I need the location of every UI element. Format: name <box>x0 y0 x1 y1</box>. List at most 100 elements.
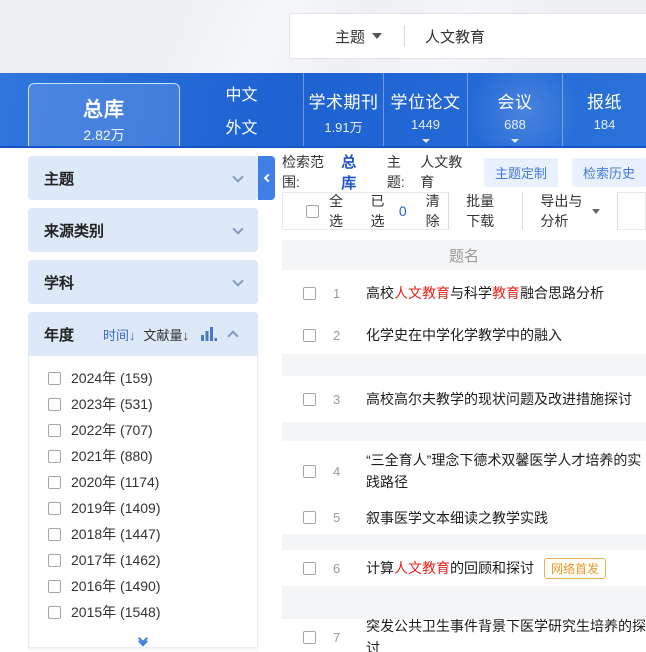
database-navbar: 总库 2.82万 中文外文 学术期刊1.91万学位论文1449会议688报纸18… <box>0 73 646 148</box>
results-pane: 检索范围: 总库 主题: 人文教育 主题定制检索历史 全选 已选 0 清除 批量… <box>282 148 646 652</box>
bar-chart-icon[interactable] <box>201 327 217 341</box>
filter-panel[interactable]: 来源类别 <box>28 208 258 252</box>
year-label: 2019年 (1409) <box>71 498 161 518</box>
search-input[interactable]: 人文教育 <box>405 26 485 47</box>
row-checkbox[interactable] <box>303 511 316 524</box>
year-label: 2016年 (1490) <box>71 576 161 596</box>
filter-sidebar: 主题来源类别学科 年度 时间↓ 文献量↓ 2024年 (159) 2023年 (5… <box>28 156 258 648</box>
chevron-down-icon <box>592 209 600 214</box>
title-text: 叙事医学文本细读之教学实践 <box>366 510 548 526</box>
chevron-left-icon <box>263 174 271 182</box>
top-header: 主题 人文教育 <box>0 0 646 73</box>
tab-label: 报纸 <box>563 88 646 113</box>
row-checkbox[interactable] <box>303 631 316 644</box>
year-checkbox[interactable] <box>48 424 61 437</box>
row-checkbox[interactable] <box>303 287 316 300</box>
toolbar-buttons: 批量下载 导出与分析 <box>448 192 618 230</box>
year-filter-item[interactable]: 2015年 (1548) <box>29 599 257 625</box>
scope-actions: 主题定制检索历史 <box>470 158 646 187</box>
sidebar-collapse-button[interactable] <box>258 156 275 200</box>
chevron-down-icon <box>232 275 243 286</box>
filter-panel[interactable]: 主题 <box>28 156 258 200</box>
year-filter-list: 2024年 (159) 2023年 (531) 2022年 (707) 2021年 (… <box>28 356 258 648</box>
year-checkbox[interactable] <box>48 372 61 385</box>
filter-panel-label: 主题 <box>44 168 74 189</box>
selected-count: 0 <box>399 203 407 219</box>
search-field-selector[interactable]: 主题 <box>290 26 404 47</box>
result-row: 7突发公共卫生事件背景下医学研究生培养的探讨 <box>282 619 646 652</box>
tab-database[interactable]: 报纸184 <box>562 73 646 146</box>
filter-panel[interactable]: 学科 <box>28 260 258 304</box>
highlighted-term: 教育 <box>492 285 520 301</box>
tab-language-中文[interactable]: 中文 <box>226 81 258 105</box>
year-checkbox[interactable] <box>48 606 61 619</box>
year-filter-item[interactable]: 2017年 (1462) <box>29 547 257 573</box>
result-title-link[interactable]: “三全育人”理念下德术双馨医学人才培养的实践路径 <box>366 449 646 493</box>
tab-database[interactable]: 学位论文1449 <box>383 73 467 146</box>
row-number: 7 <box>333 630 349 645</box>
scope-value-link[interactable]: 总库 <box>341 151 368 193</box>
year-filter-item[interactable]: 2019年 (1409) <box>29 495 257 521</box>
result-title-link[interactable]: 突发公共卫生事件背景下医学研究生培养的探讨 <box>366 615 646 652</box>
year-label: 2018年 (1447) <box>71 524 161 544</box>
show-more-years-button[interactable] <box>140 635 147 641</box>
batch-download-button[interactable]: 批量下载 <box>448 192 522 230</box>
year-checkbox[interactable] <box>48 398 61 411</box>
tab-total-library[interactable]: 总库 2.82万 <box>28 83 180 146</box>
row-checkbox[interactable] <box>303 393 316 406</box>
online-first-badge[interactable]: 网络首发 <box>544 558 606 579</box>
year-checkbox[interactable] <box>48 528 61 541</box>
row-number: 3 <box>333 392 349 407</box>
year-filter-title: 年度 <box>44 324 74 345</box>
year-filter-item[interactable]: 2016年 (1490) <box>29 573 257 599</box>
row-checkbox[interactable] <box>303 465 316 478</box>
year-filter-item[interactable]: 2020年 (1174) <box>29 469 257 495</box>
search-scope-line: 检索范围: 总库 主题: 人文教育 主题定制检索历史 <box>282 159 646 185</box>
chevron-down-icon <box>511 139 519 143</box>
action-badge[interactable]: 主题定制 <box>484 158 558 187</box>
chevron-down-icon <box>372 33 382 39</box>
tab-total-library-label: 总库 <box>29 93 179 122</box>
row-number: 2 <box>333 328 349 343</box>
result-title-link[interactable]: 计算人文教育的回顾和探讨 <box>366 557 534 579</box>
language-tabs: 中文外文 <box>180 73 303 146</box>
year-checkbox[interactable] <box>48 450 61 463</box>
sort-by-count-button[interactable]: 文献量↓ <box>144 325 190 344</box>
year-checkbox[interactable] <box>48 580 61 593</box>
select-all-label[interactable]: 全选 <box>329 191 351 231</box>
select-all-checkbox[interactable] <box>306 205 319 218</box>
row-checkbox[interactable] <box>303 329 316 342</box>
year-filter-item[interactable]: 2023年 (531) <box>29 391 257 417</box>
tab-language-外文[interactable]: 外文 <box>226 114 258 138</box>
result-title-link[interactable]: 化学史在中学化学教学中的融入 <box>366 324 562 346</box>
chevron-up-icon[interactable] <box>227 330 238 341</box>
tab-database[interactable]: 学术期刊1.91万 <box>303 73 383 146</box>
result-row: 2 化学史在中学化学教学中的融入 <box>282 316 646 354</box>
sort-by-time-button[interactable]: 时间↓ <box>103 325 136 344</box>
result-title-link[interactable]: 高校高尔夫教学的现状问题及改进措施探讨 <box>366 388 632 410</box>
result-title-link[interactable]: 高校人文教育与科学教育融合思路分析 <box>366 282 604 304</box>
export-analyze-button[interactable]: 导出与分析 <box>522 192 618 230</box>
action-badge[interactable]: 检索历史 <box>572 158 646 187</box>
results-list: 1 高校人文教育与科学教育融合思路分析 2 化学史在中学化学教学中的融入 3 高校高尔夫教… <box>282 270 646 652</box>
year-label: 2017年 (1462) <box>71 550 161 570</box>
year-filter-item[interactable]: 2018年 (1447) <box>29 521 257 547</box>
year-filter-item[interactable]: 2024年 (159) <box>29 365 257 391</box>
year-label: 2015年 (1548) <box>71 602 161 622</box>
result-title-link[interactable]: 叙事医学文本细读之教学实践 <box>366 507 548 529</box>
year-checkbox[interactable] <box>48 476 61 489</box>
row-checkbox[interactable] <box>303 562 316 575</box>
row-number: 1 <box>333 286 349 301</box>
year-filter-item[interactable]: 2022年 (707) <box>29 417 257 443</box>
result-row: 6计算人文教育的回顾和探讨网络首发 <box>282 550 646 586</box>
column-header-title[interactable]: 题名 <box>282 240 646 270</box>
highlighted-term: 人文教育 <box>394 560 450 576</box>
year-checkbox[interactable] <box>48 554 61 567</box>
clear-selection-button[interactable]: 清除 <box>426 191 448 231</box>
year-checkbox[interactable] <box>48 502 61 515</box>
tab-database[interactable]: 会议688 <box>467 73 562 146</box>
year-filter-item[interactable]: 2021年 (880) <box>29 443 257 469</box>
title-text: 高校高尔夫教学的现状问题及改进措施探讨 <box>366 391 632 407</box>
year-label: 2024年 (159) <box>71 368 153 388</box>
year-label: 2022年 (707) <box>71 420 153 440</box>
